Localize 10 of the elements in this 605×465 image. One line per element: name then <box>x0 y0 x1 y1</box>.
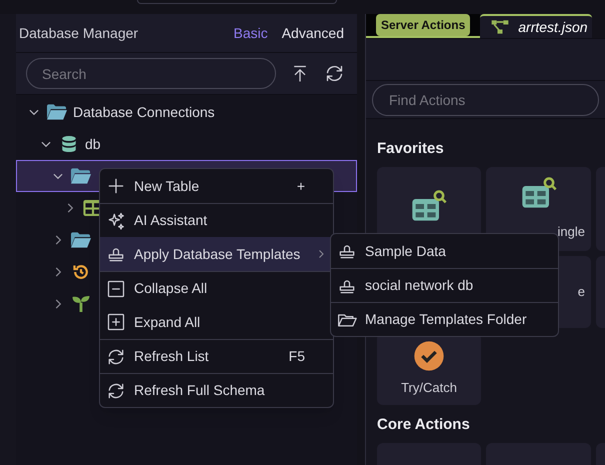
panel-title: Database Manager <box>19 24 140 43</box>
shortcut-label: F5 <box>288 347 306 366</box>
card-label: ingle <box>558 223 586 242</box>
card-label: e <box>578 283 586 302</box>
section-heading: Core Actions <box>377 415 471 435</box>
shortcut-label: + <box>296 176 306 196</box>
tree-label: db <box>85 134 101 154</box>
tree-label: Database Connections <box>73 102 215 122</box>
section-heading: Favorites <box>377 139 445 159</box>
card-label: Try/Catch <box>401 379 457 398</box>
